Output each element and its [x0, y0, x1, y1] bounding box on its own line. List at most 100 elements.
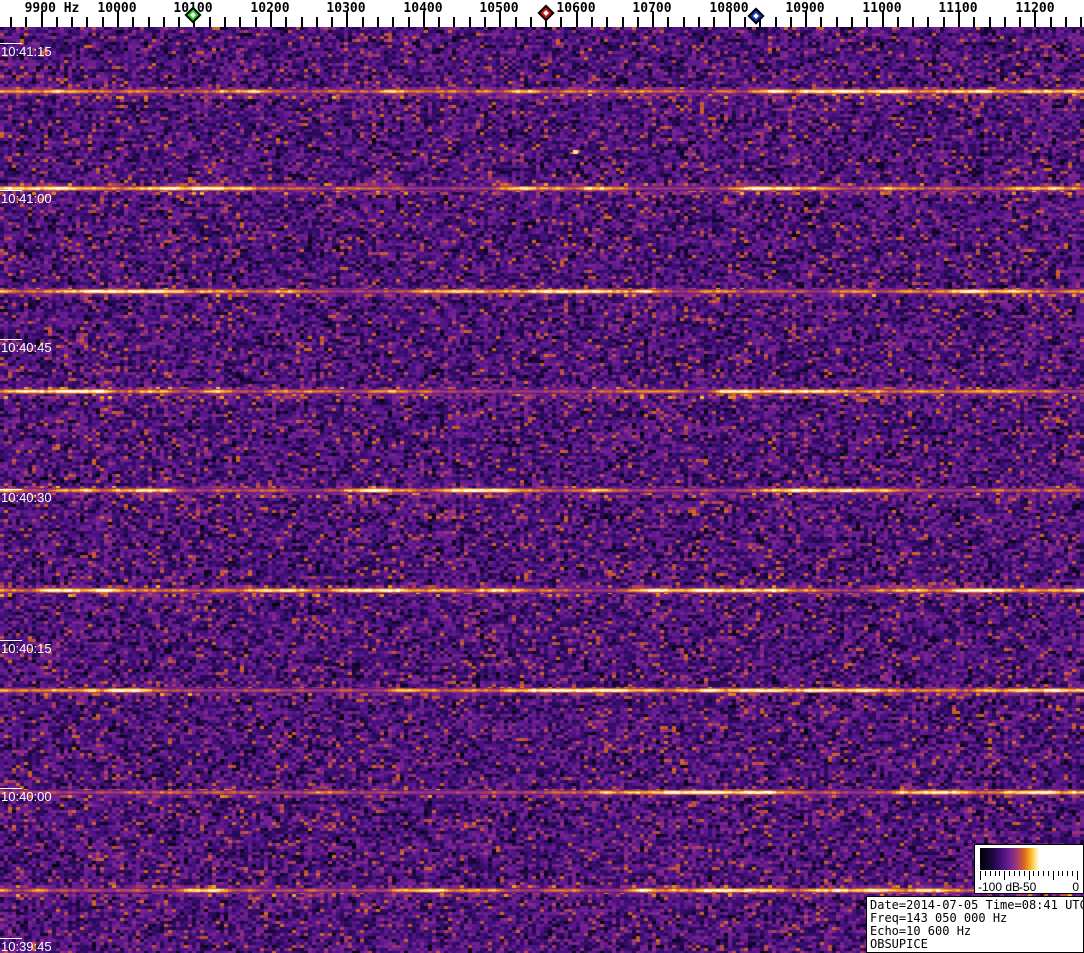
colorbar-tick: [1062, 871, 1064, 876]
freq-minor-tick: [1080, 17, 1083, 27]
freq-minor-tick: [942, 17, 945, 27]
freq-minor-tick: [850, 17, 853, 27]
colorbar-mid-label: -50: [1019, 880, 1037, 894]
freq-minor-tick: [483, 17, 486, 27]
time-label: 10:40:30: [1, 490, 52, 505]
colorbar-tick: [1009, 871, 1011, 876]
colorbar-tick: [984, 871, 986, 876]
freq-major-tick: [499, 11, 502, 27]
freq-minor-tick: [55, 17, 58, 27]
freq-minor-tick: [453, 17, 456, 27]
freq-minor-tick: [25, 17, 28, 27]
colorbar-tick: [1072, 871, 1074, 876]
freq-minor-tick: [1019, 17, 1022, 27]
freq-minor-tick: [896, 17, 899, 27]
colorbar-gradient: [980, 848, 1077, 870]
spectrogram-waterfall-canvas[interactable]: [0, 27, 1084, 953]
freq-minor-tick: [835, 17, 838, 27]
freq-minor-tick: [86, 17, 89, 27]
freq-minor-tick: [147, 17, 150, 27]
time-label: 10:39:45: [1, 939, 52, 953]
freq-major-tick: [346, 11, 349, 27]
freq-major-tick: [40, 11, 43, 27]
freq-minor-tick: [285, 17, 288, 27]
freq-minor-tick: [529, 17, 532, 27]
freq-minor-tick: [407, 17, 410, 27]
freq-major-tick: [575, 11, 578, 27]
time-label: 10:41:00: [1, 191, 52, 206]
freq-minor-tick: [606, 17, 609, 27]
colorbar-tick: [1028, 871, 1030, 880]
freq-minor-tick: [820, 17, 823, 27]
freq-minor-tick: [178, 17, 181, 27]
freq-minor-tick: [927, 17, 930, 27]
colorbar-tick: [980, 871, 981, 880]
freq-major-tick: [957, 11, 960, 27]
freq-minor-tick: [912, 17, 915, 27]
freq-minor-tick: [591, 17, 594, 27]
freq-major-tick: [422, 11, 425, 27]
colorbar-labels: -100 dB -50 0: [975, 880, 1083, 894]
colorbar-tick: [989, 871, 991, 876]
freq-minor-tick: [698, 17, 701, 27]
colorbar-tick: [1018, 871, 1020, 876]
freq-minor-tick: [10, 17, 12, 27]
freq-minor-tick: [224, 17, 227, 27]
time-label: 10:41:15: [1, 44, 52, 59]
time-label: 10:40:15: [1, 641, 52, 656]
freq-minor-tick: [132, 17, 135, 27]
freq-major-tick: [881, 11, 884, 27]
freq-minor-tick: [468, 17, 471, 27]
colorbar-tick: [1077, 871, 1078, 880]
freq-minor-tick: [682, 17, 685, 27]
freq-minor-tick: [101, 17, 104, 27]
freq-minor-tick: [162, 17, 165, 27]
freq-major-tick: [117, 11, 120, 27]
freq-minor-tick: [376, 17, 379, 27]
colorbar-tick: [1043, 871, 1045, 876]
freq-minor-tick: [438, 17, 441, 27]
freq-minor-tick: [208, 17, 211, 27]
freq-minor-tick: [988, 17, 991, 27]
freq-minor-tick: [667, 17, 670, 27]
freq-minor-tick: [315, 17, 318, 27]
freq-minor-tick: [621, 17, 624, 27]
time-label: 10:40:00: [1, 789, 52, 804]
freq-major-tick: [1034, 11, 1037, 27]
freq-minor-tick: [1065, 17, 1067, 27]
colorbar-tick: [1004, 871, 1006, 880]
freq-minor-tick: [973, 17, 976, 27]
colorbar-tick: [1047, 871, 1049, 876]
freq-minor-tick: [361, 17, 364, 27]
observation-info-box: Date=2014-07-05 Time=08:41 UTC Freq=143 …: [866, 896, 1084, 953]
freq-major-tick: [728, 11, 731, 27]
freq-minor-tick: [560, 17, 563, 27]
colorbar-tick: [1067, 871, 1069, 876]
freq-minor-tick: [1003, 17, 1006, 27]
freq-minor-tick: [789, 17, 792, 27]
freq-minor-tick: [743, 17, 746, 27]
frequency-axis: 9900 Hz100001010010200103001040010500106…: [0, 0, 1084, 27]
red-marker-diamond-icon[interactable]: [537, 4, 555, 22]
freq-minor-tick: [300, 17, 303, 27]
freq-minor-tick: [239, 17, 242, 27]
freq-minor-tick: [331, 17, 334, 27]
freq-minor-tick: [392, 17, 395, 27]
colorbar-tick: [1013, 871, 1015, 876]
freq-minor-tick: [774, 17, 777, 27]
freq-major-tick: [805, 11, 808, 27]
color-scale-legend: -100 dB -50 0: [974, 844, 1084, 894]
freq-minor-tick: [636, 17, 639, 27]
freq-minor-tick: [254, 17, 257, 27]
colorbar-tick: [994, 871, 996, 876]
freq-major-tick: [652, 11, 655, 27]
blue-marker-diamond-icon[interactable]: [747, 7, 765, 25]
freq-axis-label: 9900 Hz: [24, 1, 80, 16]
freq-minor-tick: [514, 17, 517, 27]
colorbar-min-label: -100 dB: [978, 880, 1021, 894]
freq-minor-tick: [713, 17, 716, 27]
freq-minor-tick: [866, 17, 869, 27]
colorbar-max-label: 0: [1072, 880, 1079, 894]
colorbar-tick: [1057, 871, 1059, 876]
freq-minor-tick: [71, 17, 74, 27]
